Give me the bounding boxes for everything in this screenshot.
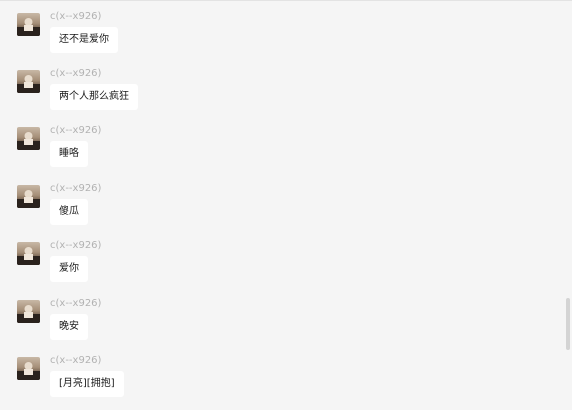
avatar[interactable] (17, 300, 40, 323)
message-bubble[interactable]: 傻瓜 (50, 199, 88, 225)
person-silhouette-icon (17, 132, 40, 150)
person-silhouette-icon (17, 247, 40, 265)
avatar[interactable] (17, 357, 40, 380)
message-bubble[interactable]: 晚安 (50, 314, 88, 340)
chat-window[interactable]: c(x--x926) 还不是爱你 c(x--x926) 两个人那么疯狂 c(x-… (0, 0, 572, 410)
sender-name: c(x--x926) (50, 240, 102, 251)
sender-name: c(x--x926) (50, 125, 102, 136)
sender-name: c(x--x926) (50, 355, 102, 366)
avatar[interactable] (17, 127, 40, 150)
person-silhouette-icon (17, 18, 40, 36)
chat-message: c(x--x926) 爱你 (17, 240, 497, 294)
person-silhouette-icon (17, 362, 40, 380)
person-silhouette-icon (17, 190, 40, 208)
chat-message: c(x--x926) 晚安 (17, 298, 497, 352)
avatar[interactable] (17, 242, 40, 265)
chat-message: c(x--x926) [月亮][拥抱] (17, 355, 497, 409)
sender-name: c(x--x926) (50, 68, 102, 79)
chat-message: c(x--x926) 睡咯 (17, 125, 497, 179)
avatar[interactable] (17, 70, 40, 93)
person-silhouette-icon (17, 75, 40, 93)
sender-name: c(x--x926) (50, 298, 102, 309)
sender-name: c(x--x926) (50, 11, 102, 22)
message-bubble[interactable]: [月亮][拥抱] (50, 371, 124, 397)
avatar[interactable] (17, 13, 40, 36)
avatar[interactable] (17, 185, 40, 208)
chat-message: c(x--x926) 傻瓜 (17, 183, 497, 237)
message-bubble[interactable]: 还不是爱你 (50, 27, 118, 53)
chat-message: c(x--x926) 还不是爱你 (17, 11, 497, 65)
message-bubble[interactable]: 睡咯 (50, 141, 88, 167)
scrollbar-thumb[interactable] (566, 298, 570, 350)
sender-name: c(x--x926) (50, 183, 102, 194)
person-silhouette-icon (17, 305, 40, 323)
message-bubble[interactable]: 爱你 (50, 256, 88, 282)
chat-message: c(x--x926) 两个人那么疯狂 (17, 68, 497, 122)
message-bubble[interactable]: 两个人那么疯狂 (50, 84, 138, 110)
